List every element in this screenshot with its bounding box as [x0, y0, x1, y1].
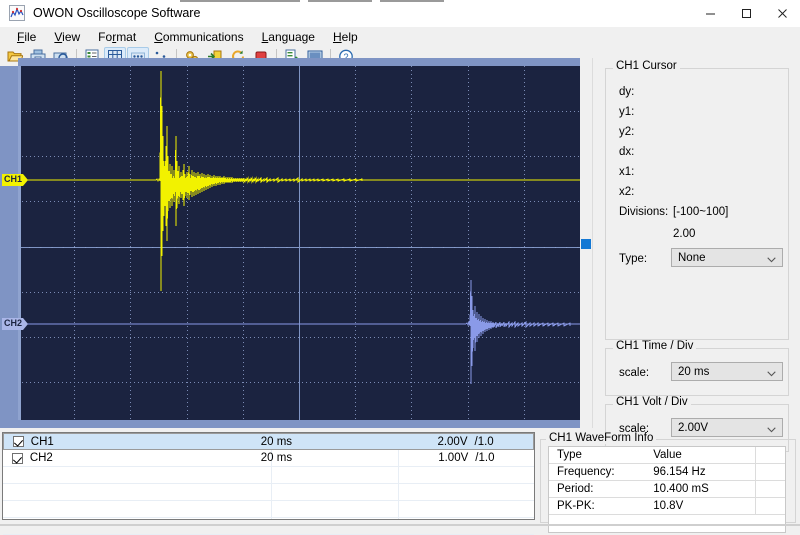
main-area: CH1 CH2 CH1 Cursor dy: y1: y2: dx: x1: x… — [0, 58, 800, 535]
menu-language[interactable]: Language — [253, 28, 324, 46]
app-icon — [9, 5, 25, 21]
info-header-row: Type Value — [549, 447, 785, 464]
ch1-time: 20 ms — [260, 435, 293, 448]
info-value-frequency: 96.154 Hz — [653, 466, 706, 478]
ch2-volt: 1.00V — [438, 452, 469, 464]
ch1-marker[interactable]: CH1 — [2, 174, 29, 186]
cursor-dy-label: dy: — [619, 86, 635, 98]
chevron-down-icon — [767, 368, 776, 380]
table-row[interactable]: CH1 20 ms 2.00V /1.0 — [3, 433, 534, 450]
table-row[interactable]: CH2 20 ms 1.00V /1.0 — [3, 450, 534, 467]
ch2-checkbox[interactable] — [12, 452, 23, 464]
scope-vertical-rail[interactable] — [18, 66, 21, 428]
ch2-marker[interactable]: CH2 — [2, 318, 29, 330]
table-row-empty[interactable] — [3, 501, 534, 518]
menu-communications[interactable]: Communications — [145, 28, 252, 46]
info-label-frequency: Frequency: — [557, 466, 615, 478]
scrollbar-thumb[interactable] — [581, 239, 591, 249]
cursor-dx-label: dx: — [619, 146, 635, 158]
ch2-time: 20 ms — [260, 452, 293, 464]
cursor-group-title: CH1 Cursor — [613, 60, 680, 72]
menu-file-label: ile — [24, 29, 37, 44]
bottom-button-2[interactable] — [308, 0, 372, 2]
info-label-pkpk: PK-PK: — [557, 500, 595, 512]
bottom-button-3[interactable] — [380, 0, 444, 2]
divisions-range: [-100~100] — [673, 206, 729, 218]
ch1-probe: /1.0 — [474, 435, 494, 448]
waveform-info-panel: CH1 WaveForm Info Type Value Frequency: … — [538, 432, 798, 533]
title-bar: OWON Oscilloscope Software — [0, 0, 800, 27]
cursor-y2-label: y2: — [619, 126, 635, 138]
minimize-icon[interactable] — [692, 0, 728, 26]
cursor-type-label: Type: — [619, 253, 648, 265]
info-value-pkpk: 10.8V — [653, 500, 684, 512]
info-header-value: Value — [653, 449, 682, 461]
info-header-type: Type — [557, 449, 582, 461]
cursor-y1-label: y1: — [619, 106, 635, 118]
info-spacer — [755, 498, 785, 514]
table-row-empty[interactable] — [3, 484, 534, 501]
cursor-type-value: None — [678, 251, 706, 264]
ch1-checkbox[interactable] — [13, 436, 24, 447]
time-div-value: 20 ms — [678, 365, 710, 378]
divisions-value: 2.00 — [673, 228, 696, 240]
info-value-period: 10.400 mS — [653, 483, 709, 495]
ch2-trace — [18, 279, 580, 385]
scope-panel: CH1 CH2 — [0, 66, 592, 428]
cursor-type-select[interactable]: None — [671, 248, 783, 267]
menu-file[interactable]: File — [8, 28, 45, 46]
divisions-label: Divisions: — [619, 206, 669, 218]
table-row-empty[interactable] — [3, 518, 534, 535]
time-div-scale-label: scale: — [619, 367, 650, 379]
info-row-period: Period: 10.400 mS — [549, 481, 785, 498]
waveform-display[interactable] — [18, 66, 580, 428]
chevron-down-icon — [767, 254, 776, 266]
menu-view[interactable]: View — [45, 28, 89, 46]
info-label-period: Period: — [557, 483, 594, 495]
right-panel: CH1 Cursor dy: y1: y2: dx: x1: x2: Divis… — [592, 58, 800, 452]
scope-left-rail[interactable] — [0, 66, 18, 428]
info-row-frequency: Frequency: 96.154 Hz — [549, 464, 785, 481]
window-controls — [692, 0, 800, 26]
time-div-select[interactable]: 20 ms — [671, 362, 783, 381]
scope-top-ruler[interactable] — [18, 58, 580, 66]
ch1-volt: 2.00V — [437, 435, 468, 448]
ch2-probe: /1.0 — [475, 452, 495, 464]
maximize-icon[interactable] — [728, 0, 764, 26]
table-row-empty[interactable] — [3, 467, 534, 484]
info-header-spacer — [755, 447, 785, 463]
app-window: OWON Oscilloscope Software File View For… — [0, 0, 800, 535]
ch1-name: CH1 — [30, 435, 54, 448]
scope-bottom-ruler[interactable] — [0, 420, 580, 428]
cursor-x2-label: x2: — [619, 186, 635, 198]
info-row-pkpk: PK-PK: 10.8V — [549, 498, 785, 515]
channel-list[interactable]: CH1 20 ms 2.00V /1.0 CH2 20 ms 1.00V /1.… — [2, 432, 535, 535]
bottom-button-1[interactable] — [180, 0, 300, 2]
time-div-title: CH1 Time / Div — [613, 340, 697, 352]
info-spacer — [755, 464, 785, 480]
waveform-info-title: CH1 WaveForm Info — [546, 432, 657, 444]
volt-div-title: CH1 Volt / Div — [613, 396, 691, 408]
close-icon[interactable] — [764, 0, 800, 26]
cursor-x1-label: x1: — [619, 166, 635, 178]
menu-bar: File View Format Communications Language… — [0, 27, 800, 46]
menu-format[interactable]: Format — [89, 28, 145, 46]
ch2-name: CH2 — [29, 452, 53, 464]
menu-help[interactable]: Help — [324, 28, 367, 46]
vertical-scrollbar[interactable] — [580, 66, 592, 428]
window-title: OWON Oscilloscope Software — [33, 6, 201, 20]
waveform-info-table: Type Value Frequency: 96.154 Hz Period: … — [548, 446, 786, 533]
info-spacer — [755, 481, 785, 497]
